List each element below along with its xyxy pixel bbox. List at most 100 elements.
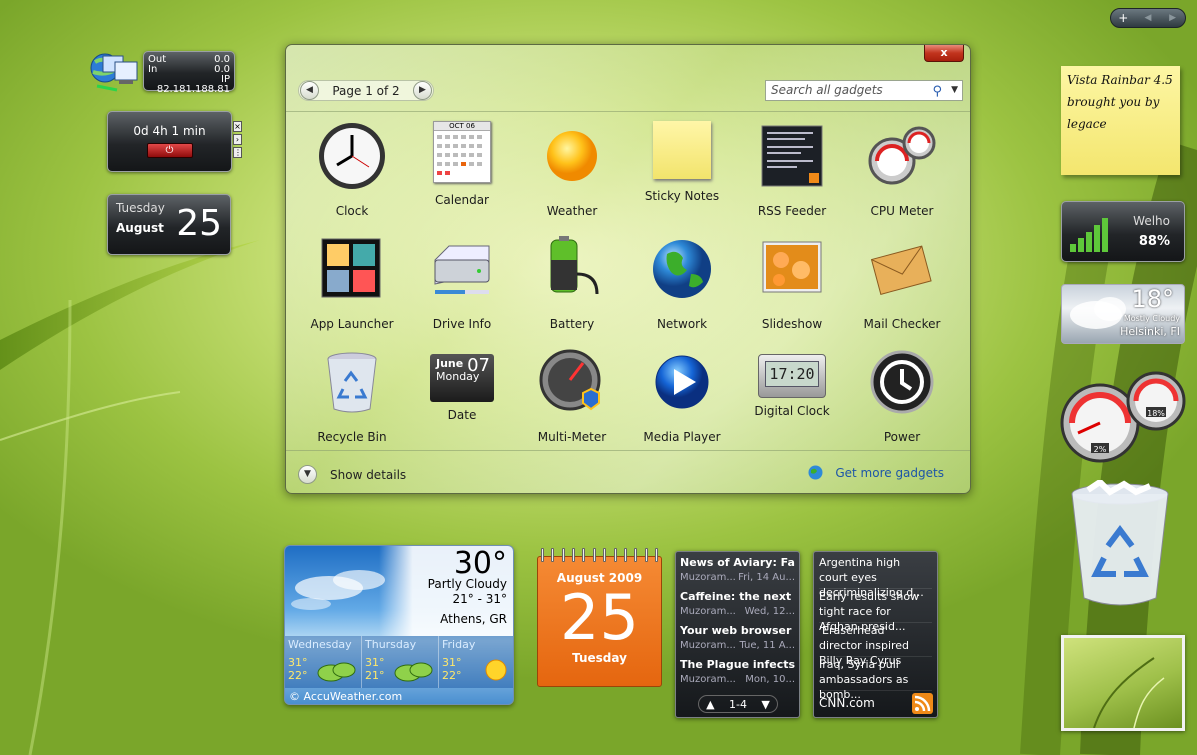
gadget-grid: Clock OCT 06 Calendar Weather Sticky Not… (286, 111, 970, 451)
weather-forecast: Wednesday 31° 22° Thursday 31° 21° Frida… (285, 636, 513, 688)
next-page-icon[interactable]: ▶ (413, 81, 432, 100)
hard-drive-icon (434, 245, 490, 294)
date-gadget[interactable]: Tuesday August 25 (107, 194, 231, 255)
gadget-network[interactable]: Network (627, 227, 737, 337)
get-more-gadgets-link[interactable]: Get more gadgets (808, 465, 944, 480)
rss-pager: ▲ 1-4 ▼ (698, 695, 778, 713)
forecast-day-name: Thursday (365, 638, 417, 651)
gadget-drive-info[interactable]: Drive Info (407, 227, 517, 337)
gadget-recycle-bin[interactable]: Recycle Bin (297, 340, 407, 450)
headline: Your web browser li... (680, 624, 795, 637)
gadget-label: Multi-Meter (537, 430, 607, 444)
gadget-media-player[interactable]: Media Player (627, 340, 737, 450)
calendar-gadget[interactable]: August 2009 25 Tuesday (537, 548, 662, 687)
gadget-label: Digital Clock (754, 404, 830, 418)
gadget-cpu-meter[interactable]: CPU Meter (847, 114, 957, 224)
power-clock-icon (870, 350, 934, 414)
forecast-day-name: Wednesday (288, 638, 352, 651)
gadget-app-launcher[interactable]: App Launcher (297, 227, 407, 337)
gadget-clock[interactable]: Clock (297, 114, 407, 224)
wifi-signal-gadget[interactable]: Welho 88% (1061, 201, 1185, 262)
gadget-battery[interactable]: Battery (517, 227, 627, 337)
calendar-icon: OCT 06 (433, 121, 491, 183)
network-computers-icon (90, 53, 138, 92)
search-input[interactable]: Search all gadgets ⚲ ▼ (765, 80, 963, 101)
list-item[interactable]: News of Aviary: Falc... Muzoram...Fri, 1… (680, 556, 795, 590)
chevron-down-icon: ▼ (298, 465, 317, 484)
chevron-up-icon[interactable]: ▲ (706, 698, 714, 711)
gadget-date[interactable]: June Monday 07 Date (407, 340, 517, 450)
in-label: In (148, 64, 158, 75)
forecast-day: Wednesday 31° 22° (285, 636, 362, 688)
previous-page-icon[interactable]: ◀ (300, 81, 319, 100)
previous-page-button[interactable]: ◀ (1138, 13, 1158, 23)
gadget-label: Calendar (435, 193, 489, 207)
sunny-icon (485, 659, 507, 681)
drag-handle-icon[interactable]: ⋮ (233, 147, 242, 158)
gadget-mail-checker[interactable]: Mail Checker (847, 227, 957, 337)
add-gadget-button[interactable]: + (1113, 11, 1133, 25)
gadget-slideshow[interactable]: Slideshow (737, 227, 847, 337)
gadget-label: Sticky Notes (644, 189, 720, 203)
gadget-options-icon[interactable]: › (233, 134, 242, 145)
list-item[interactable]: Argentina high court eyes decriminalizin… (819, 555, 932, 599)
uptime-gadget[interactable]: 0d 4h 1 min ⏻ (107, 111, 232, 172)
recycle-bin-icon (327, 352, 377, 413)
search-icon[interactable]: ⚲ (932, 82, 942, 101)
gadget-gallery-window: x ◀ Page 1 of 2 ▶ Search all gadgets ⚲ ▼… (285, 44, 971, 494)
recycle-bin-gadget[interactable] (1068, 480, 1173, 610)
show-details-label: Show details (330, 467, 407, 482)
gadget-power[interactable]: Power (847, 340, 957, 450)
calendar-icon-month: OCT 06 (434, 122, 490, 131)
headline-date: Wed, 12... (744, 606, 795, 617)
partly-cloudy-icon (394, 662, 433, 682)
app-launcher-icon (321, 238, 381, 298)
slideshow-gadget[interactable] (1061, 635, 1185, 731)
partly-cloudy-icon (317, 662, 356, 682)
battery-icon (550, 236, 599, 295)
list-item[interactable]: 'Eraserhead' director inspired Billy Ray… (819, 623, 932, 667)
weather-condition: Partly Cloudy (427, 577, 507, 591)
date-icon-day: 07 (467, 355, 490, 376)
shutdown-button[interactable]: ⏻ (146, 143, 193, 158)
ip-address: IP 82.181.188.81 (156, 74, 230, 95)
chevron-down-icon[interactable]: ▼ (761, 698, 769, 711)
cnn-source[interactable]: CNN.com (819, 696, 875, 711)
gadget-label: Clock (335, 204, 369, 218)
cpu-percent: 2% (1094, 445, 1107, 454)
weather-gadget[interactable]: 30° Partly Cloudy 21° - 31° Athens, GR W… (284, 545, 514, 705)
close-gadget-icon[interactable]: × (233, 121, 242, 132)
globe-icon (653, 240, 711, 298)
small-weather-condition: Mostly Cloudy (1123, 314, 1180, 323)
sticky-note-gadget[interactable]: Vista Rainbar 4.5 brought you by legace (1061, 66, 1180, 175)
list-item[interactable]: Iraq, Syria pull ambassadors as bomb... (819, 657, 932, 701)
gadget-rss-feeder[interactable]: RSS Feeder (737, 114, 847, 224)
cpu-meter-gadget[interactable]: 2% 18% (1060, 367, 1188, 467)
next-page-button[interactable]: ▶ (1163, 13, 1183, 23)
gadget-label: Mail Checker (863, 317, 941, 331)
close-button[interactable]: x (924, 45, 964, 62)
gadget-weather[interactable]: Weather (517, 114, 627, 224)
uptime-value: 0d 4h 1 min (133, 124, 206, 138)
weather-credit[interactable]: © AccuWeather.com (289, 690, 402, 703)
gadget-sticky-notes[interactable]: Sticky Notes (627, 114, 737, 224)
mail-envelope-icon (870, 245, 932, 295)
gadget-multi-meter[interactable]: Multi-Meter (517, 340, 627, 450)
list-item[interactable]: Caffeine: the next se... Muzoram... Wed, … (680, 590, 795, 624)
power-icon: ⏻ (165, 145, 174, 156)
rss-icon[interactable] (912, 693, 933, 714)
gadget-calendar[interactable]: OCT 06 Calendar (407, 114, 517, 224)
multi-meter-icon (539, 349, 601, 411)
chevron-down-icon[interactable]: ▼ (951, 81, 958, 100)
gadget-digital-clock[interactable]: 17:20 Digital Clock (737, 340, 847, 450)
list-item[interactable]: The Plague infects Cr... Muzoram... Mon, … (680, 658, 795, 692)
network-meter-gadget[interactable]: Out 0.0 In 0.0 IP 82.181.188.81 (143, 51, 235, 95)
small-weather-gadget[interactable]: 18° Mostly Cloudy Helsinki, FI (1061, 284, 1185, 344)
headline: News of Aviary: Falc... (680, 556, 795, 569)
list-item[interactable]: Your web browser li... Muzoram...Tue, 11… (680, 624, 795, 658)
headline-source: Muzoram... (680, 640, 736, 651)
calendar-weekday: Tuesday (572, 651, 627, 665)
show-details-toggle[interactable]: ▼ Show details (298, 465, 406, 484)
list-item[interactable]: Early results show tight race for Afghan… (819, 589, 932, 633)
headline-source: Muzoram... (680, 674, 736, 685)
